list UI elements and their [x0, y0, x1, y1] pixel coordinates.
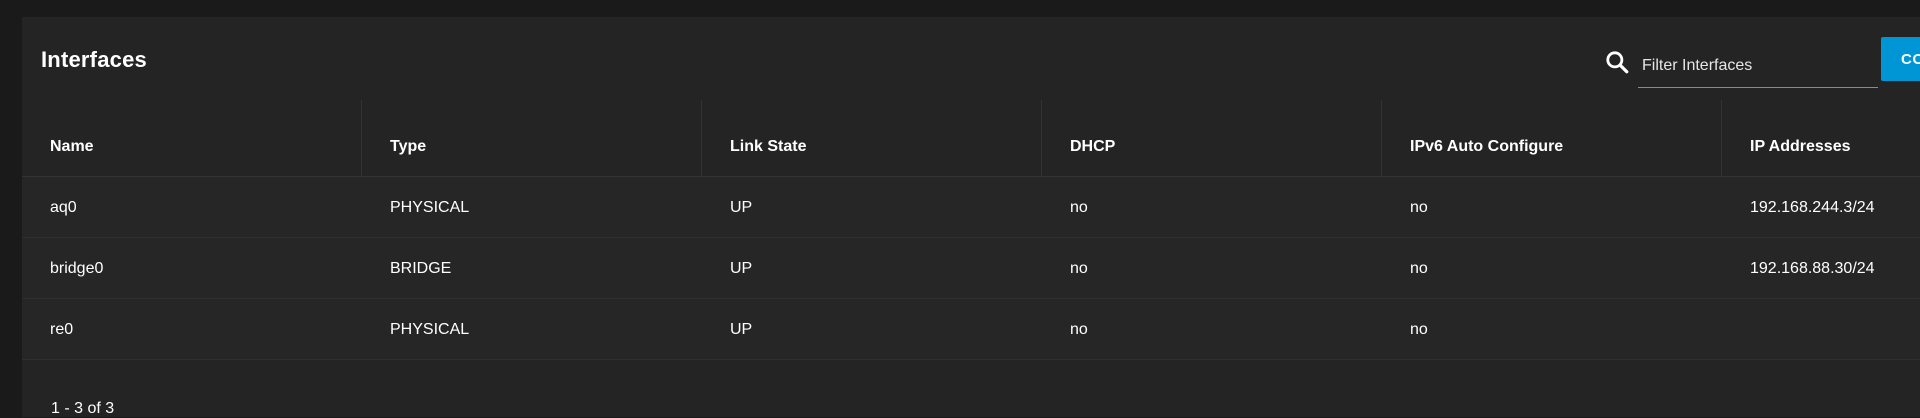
cell-dhcp: no	[1042, 238, 1382, 298]
search-icon[interactable]	[1604, 49, 1630, 75]
cell-name: bridge0	[22, 238, 362, 298]
interfaces-table: Name Type Link State DHCP IPv6 Auto Conf…	[22, 100, 1920, 360]
cell-text: no	[1070, 260, 1088, 277]
cell-ipv6-auto-configure: no	[1382, 238, 1722, 298]
cell-ip-addresses	[1722, 299, 1920, 359]
cell-text: no	[1070, 321, 1088, 338]
cell-type: PHYSICAL	[362, 177, 702, 237]
cell-name: aq0	[22, 177, 362, 237]
cell-link-state: UP	[702, 177, 1042, 237]
table-header: Name Type Link State DHCP IPv6 Auto Conf…	[22, 100, 1920, 177]
column-header-dhcp[interactable]: DHCP	[1042, 100, 1382, 176]
cell-text: bridge0	[50, 260, 104, 277]
column-header-name[interactable]: Name	[22, 100, 362, 176]
cell-link-state: UP	[702, 299, 1042, 359]
table-row[interactable]: aq0 PHYSICAL UP no no 192.168.244.3/24	[22, 177, 1920, 238]
cell-text: aq0	[50, 199, 77, 216]
cell-text: no	[1070, 199, 1088, 216]
column-header-label: Name	[50, 138, 94, 155]
cell-text: 192.168.244.3/24	[1750, 199, 1875, 216]
cell-text: no	[1410, 260, 1428, 277]
cell-dhcp: no	[1042, 177, 1382, 237]
column-header-label: IP Addresses	[1750, 138, 1851, 155]
search-underline	[1638, 87, 1878, 88]
column-header-ipv6-auto-configure[interactable]: IPv6 Auto Configure	[1382, 100, 1722, 176]
card-header: Interfaces CO	[22, 17, 1920, 101]
cell-ipv6-auto-configure: no	[1382, 299, 1722, 359]
cell-text: PHYSICAL	[390, 321, 470, 338]
cell-text: UP	[730, 321, 753, 338]
configure-button[interactable]: CO	[1881, 37, 1920, 81]
pagination-summary: 1 - 3 of 3	[51, 400, 115, 417]
column-header-type[interactable]: Type	[362, 100, 702, 176]
interfaces-card: Interfaces CO Name Type Link State DHCP …	[22, 17, 1920, 417]
cell-type: PHYSICAL	[362, 299, 702, 359]
cell-text: UP	[730, 199, 753, 216]
column-header-label: DHCP	[1070, 138, 1116, 155]
table-footer: 1 - 3 of 3	[22, 372, 1920, 417]
page-title: Interfaces	[41, 47, 147, 72]
cell-dhcp: no	[1042, 299, 1382, 359]
table-row[interactable]: re0 PHYSICAL UP no no	[22, 299, 1920, 360]
table-row[interactable]: bridge0 BRIDGE UP no no 192.168.88.30/24	[22, 238, 1920, 299]
column-header-label: Type	[390, 138, 427, 155]
column-header-label: IPv6 Auto Configure	[1410, 138, 1564, 155]
cell-type: BRIDGE	[362, 238, 702, 298]
cell-ip-addresses: 192.168.244.3/24	[1722, 177, 1920, 237]
cell-ip-addresses: 192.168.88.30/24	[1722, 238, 1920, 298]
cell-name: re0	[22, 299, 362, 359]
cell-text: re0	[50, 321, 74, 338]
cell-text: no	[1410, 199, 1428, 216]
search-input[interactable]	[1638, 51, 1878, 81]
cell-ipv6-auto-configure: no	[1382, 177, 1722, 237]
cell-link-state: UP	[702, 238, 1042, 298]
cell-text: UP	[730, 260, 753, 277]
search-field	[1638, 47, 1878, 93]
cell-text: PHYSICAL	[390, 199, 470, 216]
column-header-link-state[interactable]: Link State	[702, 100, 1042, 176]
column-header-label: Link State	[730, 138, 807, 155]
column-header-ip-addresses[interactable]: IP Addresses	[1722, 100, 1920, 176]
cell-text: 192.168.88.30/24	[1750, 260, 1875, 277]
cell-text: no	[1410, 321, 1428, 338]
cell-text: BRIDGE	[390, 260, 452, 277]
